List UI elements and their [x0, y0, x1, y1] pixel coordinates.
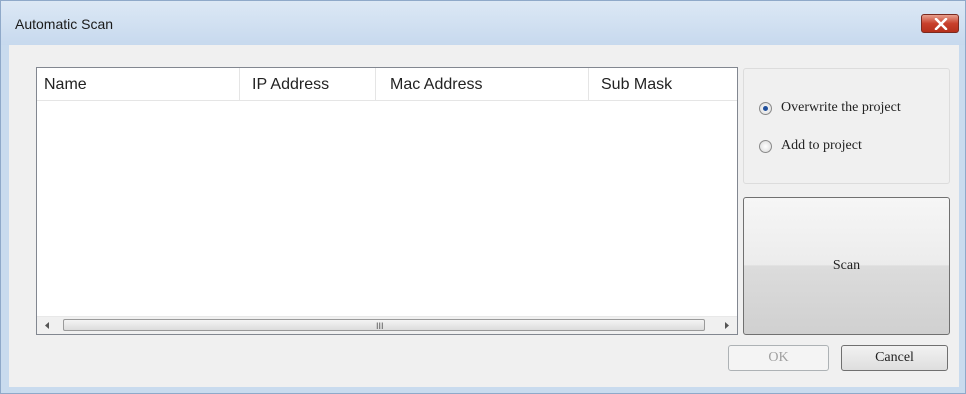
- list-header: Name IP Address Mac Address Sub Mask: [37, 68, 737, 101]
- ok-button[interactable]: OK: [728, 345, 829, 371]
- column-header-mac-address[interactable]: Mac Address: [376, 68, 589, 100]
- radio-button-unselected[interactable]: [759, 139, 772, 153]
- scan-options-group: Overwrite the project Add to project: [743, 68, 950, 184]
- device-list[interactable]: Name IP Address Mac Address Sub Mask III: [36, 67, 738, 335]
- scrollbar-thumb[interactable]: III: [63, 319, 705, 331]
- option-label-add: Add to project: [781, 138, 862, 153]
- scrollbar-grip: III: [376, 321, 384, 331]
- option-add-to-project[interactable]: Add to project: [759, 137, 862, 155]
- option-label-overwrite: Overwrite the project: [781, 100, 901, 115]
- scroll-right-button[interactable]: [718, 317, 735, 334]
- window-title: Automatic Scan: [15, 16, 114, 32]
- close-button[interactable]: [921, 14, 959, 33]
- column-header-sub-mask[interactable]: Sub Mask: [589, 68, 737, 100]
- column-header-name[interactable]: Name: [37, 68, 240, 100]
- radio-button-selected[interactable]: [759, 101, 772, 115]
- column-header-ip-address[interactable]: IP Address: [240, 68, 376, 100]
- dialog-body: Name IP Address Mac Address Sub Mask III: [9, 45, 959, 387]
- horizontal-scrollbar[interactable]: III: [37, 316, 737, 334]
- title-bar[interactable]: Automatic Scan: [1, 1, 965, 45]
- arrow-right-icon: [725, 322, 729, 329]
- arrow-left-icon: [45, 322, 49, 329]
- scroll-left-button[interactable]: [39, 317, 56, 334]
- cancel-button[interactable]: Cancel: [841, 345, 948, 371]
- scan-button-label: Scan: [832, 258, 861, 273]
- scan-button[interactable]: Scan: [743, 197, 950, 335]
- close-icon: [934, 18, 948, 30]
- dialog-window: Automatic Scan Name IP Address Mac Addre…: [0, 0, 966, 394]
- option-overwrite-project[interactable]: Overwrite the project: [759, 99, 901, 117]
